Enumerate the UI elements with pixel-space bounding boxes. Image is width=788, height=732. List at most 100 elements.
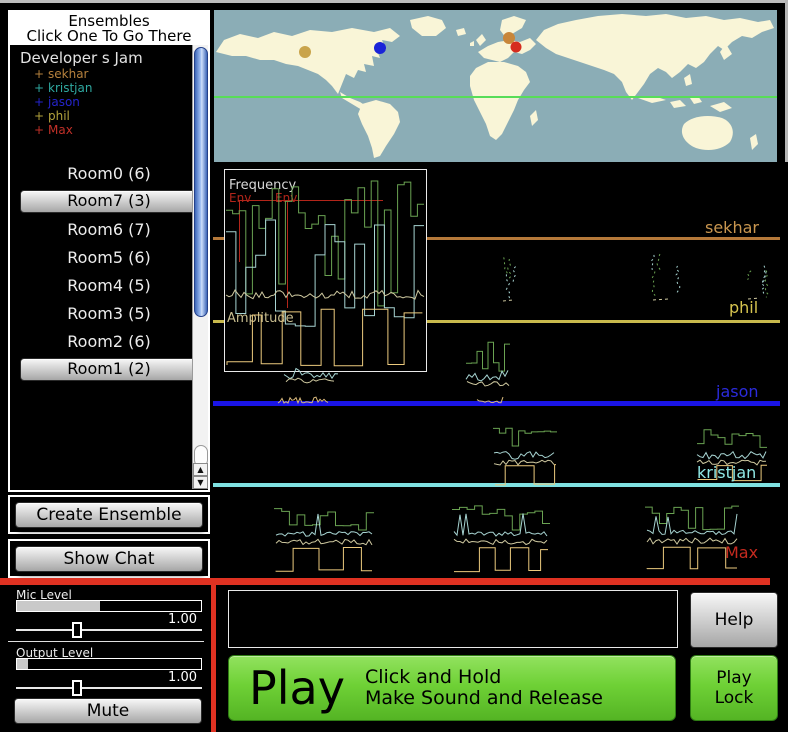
waveform-trace bbox=[493, 428, 557, 446]
room-button[interactable]: Room7 (3) bbox=[20, 190, 198, 213]
create-ensemble-container: Create Ensemble bbox=[8, 495, 210, 534]
waveform-trace bbox=[697, 452, 766, 459]
location-marker-jason bbox=[374, 42, 386, 54]
room-list: Room0 (6) Room7 (3) Room6 (7) Room5 (6) Room… bbox=[10, 159, 208, 383]
waveform-trace bbox=[647, 538, 737, 544]
mic-level-meter bbox=[16, 600, 202, 612]
play-button[interactable]: Play Click and Hold Make Sound and Relea… bbox=[228, 655, 676, 721]
waveform-trace bbox=[226, 290, 424, 299]
waveform-layer bbox=[212, 162, 788, 578]
waveform-trace bbox=[513, 267, 516, 285]
mute-button[interactable]: Mute bbox=[14, 698, 202, 724]
waveform-trace bbox=[657, 254, 660, 272]
play-lock-line2: Lock bbox=[697, 688, 771, 708]
waveform-trace bbox=[494, 452, 554, 460]
waveform-trace bbox=[508, 259, 511, 280]
ensembles-subtitle: Click One To Go There bbox=[10, 29, 208, 44]
show-chat-button[interactable]: Show Chat bbox=[15, 546, 203, 572]
ensembles-panel: Ensembles Click One To Go There Develope… bbox=[8, 10, 210, 492]
track-label-jason: jason bbox=[716, 384, 759, 400]
room-item[interactable]: Room2 (6) bbox=[67, 332, 151, 351]
member-plus-icon: + bbox=[34, 67, 48, 81]
waveform-trace bbox=[274, 509, 374, 530]
member-list: +sekhar+kristjan+jason+phil+Max bbox=[10, 67, 208, 137]
mic-slider-thumb[interactable] bbox=[72, 622, 82, 638]
room-item[interactable]: Room3 (5) bbox=[67, 304, 151, 323]
ensemble-list-scrollbar[interactable]: ▲ ▼ bbox=[192, 45, 208, 489]
ensemble-name[interactable]: Developer s Jam bbox=[10, 45, 208, 67]
room-item[interactable]: Room6 (7) bbox=[67, 220, 151, 239]
output-level-value: 1.00 bbox=[168, 670, 197, 685]
play-lock-line1: Play bbox=[697, 668, 771, 688]
location-marker-sekhar bbox=[299, 46, 311, 58]
member-item[interactable]: +kristjan bbox=[10, 81, 208, 95]
mic-level-value: 1.00 bbox=[168, 612, 197, 627]
audio-separator bbox=[8, 641, 204, 642]
transport-panel: Help Play Click and Hold Make Sound and … bbox=[216, 585, 788, 732]
member-plus-icon: + bbox=[34, 95, 48, 109]
output-slider-thumb[interactable] bbox=[72, 680, 82, 696]
play-instruction-line1: Click and Hold bbox=[365, 667, 603, 688]
waveform-trace bbox=[763, 272, 766, 284]
play-button-label: Play bbox=[249, 665, 345, 711]
member-name: Max bbox=[48, 123, 73, 137]
world-map bbox=[214, 10, 777, 162]
room-row: Room0 (6) bbox=[10, 159, 208, 187]
room-button[interactable]: Room1 (2) bbox=[20, 358, 198, 381]
member-plus-icon: + bbox=[34, 109, 48, 123]
room-row: Room7 (3) bbox=[10, 187, 208, 215]
waveform-trace bbox=[466, 370, 508, 381]
track-label-kristjan: kristjan bbox=[697, 465, 756, 481]
track-label-phil: phil bbox=[729, 300, 758, 316]
play-button-instructions: Click and Hold Make Sound and Release bbox=[365, 667, 603, 709]
track-label-Max: Max bbox=[725, 545, 758, 561]
audio-controls-panel: Mic Level 1.00 Output Level 1.00 Mute bbox=[0, 585, 211, 732]
play-instruction-line2: Make Sound and Release bbox=[365, 688, 603, 709]
window-top-edge bbox=[0, 0, 788, 3]
waveform-trace bbox=[647, 547, 737, 569]
scroll-down-icon[interactable]: ▼ bbox=[193, 476, 208, 489]
waveform-trace bbox=[503, 300, 513, 301]
scroll-up-icon[interactable]: ▲ bbox=[193, 463, 208, 476]
waveform-trace bbox=[748, 271, 752, 280]
member-item[interactable]: +phil bbox=[10, 109, 208, 123]
room-item[interactable]: Room5 (6) bbox=[67, 248, 151, 267]
waveform-trace bbox=[227, 309, 422, 366]
waveform-trace bbox=[676, 266, 680, 293]
room-item[interactable]: Room0 (6) bbox=[67, 164, 151, 183]
member-item[interactable]: +sekhar bbox=[10, 67, 208, 81]
mic-meter-fill bbox=[17, 601, 100, 611]
member-name: sekhar bbox=[48, 67, 88, 81]
output-slider-track[interactable] bbox=[16, 687, 202, 689]
waveform-trace bbox=[765, 270, 768, 297]
waveform-trace bbox=[454, 548, 548, 572]
member-plus-icon: + bbox=[34, 81, 48, 95]
room-row: Room4 (5) bbox=[10, 271, 208, 299]
output-level-meter bbox=[16, 658, 202, 670]
status-display-box bbox=[228, 590, 678, 648]
play-lock-button[interactable]: Play Lock bbox=[690, 655, 778, 721]
waveform-trace bbox=[645, 506, 739, 529]
mic-slider-track[interactable] bbox=[16, 629, 202, 631]
room-item[interactable]: Room4 (5) bbox=[67, 276, 151, 295]
create-ensemble-button[interactable]: Create Ensemble bbox=[15, 502, 203, 528]
member-item[interactable]: +jason bbox=[10, 95, 208, 109]
member-item[interactable]: +Max bbox=[10, 123, 208, 137]
location-marker-Max bbox=[511, 42, 522, 53]
room-row: Room5 (6) bbox=[10, 243, 208, 271]
room-row: Room2 (6) bbox=[10, 327, 208, 355]
track-label-sekhar: sekhar bbox=[705, 220, 759, 236]
waveform-trace bbox=[697, 430, 767, 448]
help-button[interactable]: Help bbox=[690, 592, 778, 648]
waveform-trace bbox=[495, 465, 556, 485]
ensemble-app-window: Ensembles Click One To Go There Develope… bbox=[0, 0, 788, 732]
member-plus-icon: + bbox=[34, 123, 48, 137]
waveform-trace bbox=[467, 382, 509, 387]
waveform-trace bbox=[284, 369, 338, 379]
waveform-trace bbox=[504, 257, 508, 275]
location-marker-phil bbox=[503, 32, 515, 44]
room-row: Room3 (5) bbox=[10, 299, 208, 327]
scrollbar-thumb[interactable] bbox=[194, 47, 208, 317]
waveform-trace bbox=[652, 272, 655, 296]
ensembles-header: Ensembles Click One To Go There bbox=[10, 12, 208, 45]
